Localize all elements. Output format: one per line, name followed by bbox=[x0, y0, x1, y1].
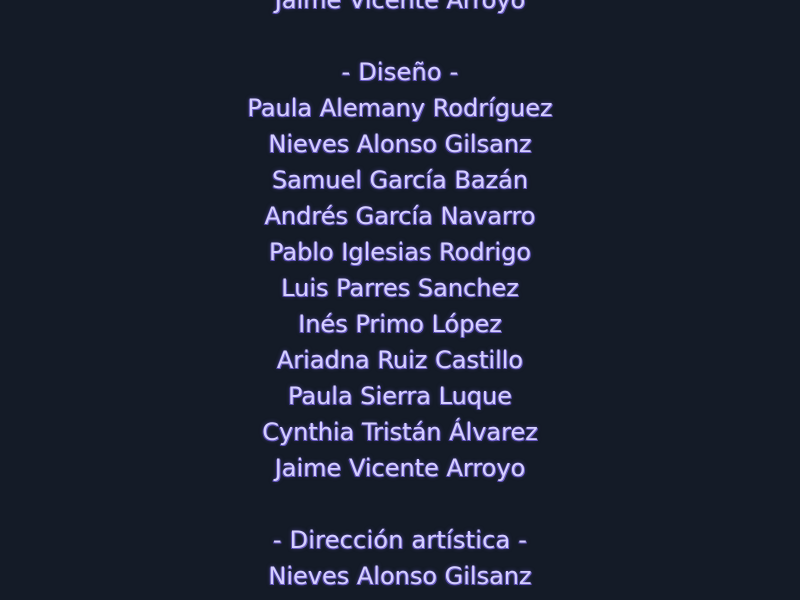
credit-name: Nieves Alonso Gilsanz bbox=[268, 562, 532, 590]
credits-scroll: Jaime Vicente Arroyo - Diseño - Paula Al… bbox=[0, 0, 800, 594]
credit-name: Andrés García Navarro bbox=[264, 202, 536, 230]
section-title-diseno: - Diseño - bbox=[341, 58, 459, 86]
credit-name: Pablo Iglesias Rodrigo bbox=[268, 238, 532, 266]
credit-name: Jaime Vicente Arroyo bbox=[274, 0, 526, 14]
credit-name: Luis Parres Sanchez bbox=[281, 274, 519, 302]
credit-name: Jaime Vicente Arroyo bbox=[274, 454, 526, 482]
credit-name: Paula Sierra Luque bbox=[287, 382, 512, 410]
section-title-direccion-artistica: - Dirección artística - bbox=[272, 526, 528, 554]
credit-name: Nieves Alonso Gilsanz bbox=[268, 130, 532, 158]
credits-screen: Jaime Vicente Arroyo - Diseño - Paula Al… bbox=[0, 0, 800, 600]
credit-name: Cynthia Tristán Álvarez bbox=[262, 418, 538, 446]
credit-name: Inés Primo López bbox=[298, 310, 502, 338]
credit-name: Paula Alemany Rodríguez bbox=[247, 94, 553, 122]
credit-name: Ariadna Ruiz Castillo bbox=[276, 346, 524, 374]
credit-name: Samuel García Bazán bbox=[271, 166, 529, 194]
